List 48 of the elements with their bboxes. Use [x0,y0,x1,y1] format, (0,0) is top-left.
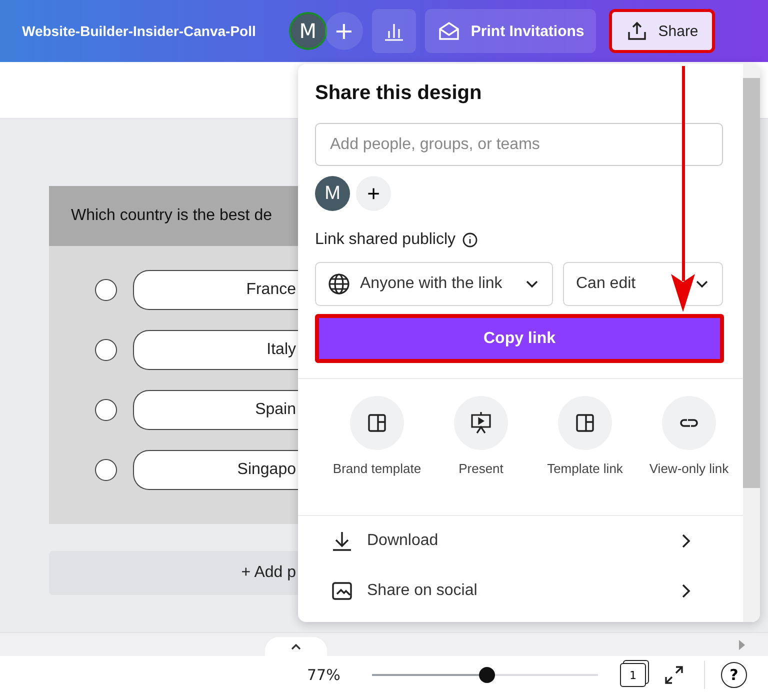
horizontal-scrollbar[interactable] [0,632,768,656]
vertical-scrollbar[interactable] [743,64,760,622]
poll-question: Which country is the best de [71,207,272,225]
share-option[interactable]: Present [429,396,533,500]
share-option[interactable]: Brand template [325,396,429,500]
copy-link-button[interactable]: Copy link [315,314,724,363]
link-access-label: Link shared publicly [315,231,456,249]
radio-button[interactable] [95,399,117,421]
permission-dropdown[interactable]: Can edit [563,262,723,306]
share-option[interactable]: View-only link [637,396,741,500]
info-icon[interactable] [462,232,478,248]
user-avatar[interactable]: M [315,176,350,211]
image-icon [331,581,353,601]
share-option[interactable]: Template link [533,396,637,500]
fullscreen-icon[interactable] [664,665,684,685]
insights-button[interactable] [372,9,416,53]
add-option-button[interactable]: + Add p [49,551,298,595]
poll-option[interactable]: Italy [133,330,298,370]
chevron-down-icon [696,280,708,288]
menu-row[interactable]: Download [315,516,707,566]
envelope-icon [436,20,461,42]
people-search-field[interactable]: Add people, groups, or teams [315,123,723,166]
poll-option[interactable]: Singapo [133,450,298,490]
poll-option[interactable]: France [133,270,298,310]
add-member-button[interactable]: + [324,12,363,50]
slider-thumb[interactable] [479,667,496,683]
chevron-down-icon [526,280,538,288]
print-invitations-button[interactable]: Print Invitations [424,9,596,53]
download-icon [331,530,353,552]
zoom-percentage[interactable]: 77% [307,666,372,684]
share-button[interactable]: Share [609,9,716,53]
chevron-up-icon[interactable] [290,642,302,650]
panel-title: Share this design [315,82,483,105]
globe-icon [328,273,350,295]
chevron-right-icon [681,583,691,599]
upload-icon [626,20,648,42]
help-button[interactable]: ? [721,662,747,688]
access-dropdown[interactable]: Anyone with the link [315,262,553,306]
menu-row[interactable]: Share on social [315,566,707,616]
radio-button[interactable] [95,279,117,301]
page-count-button[interactable]: 1 [620,663,646,687]
design-title: Website-Builder-Insider-Canva-Poll [22,23,256,39]
poll-option[interactable]: Spain [133,390,298,430]
chevron-right-icon [681,533,691,549]
radio-button[interactable] [95,459,117,481]
user-avatar[interactable]: M [288,12,327,50]
radio-button[interactable] [95,339,117,361]
add-person-button[interactable]: + [356,176,391,211]
